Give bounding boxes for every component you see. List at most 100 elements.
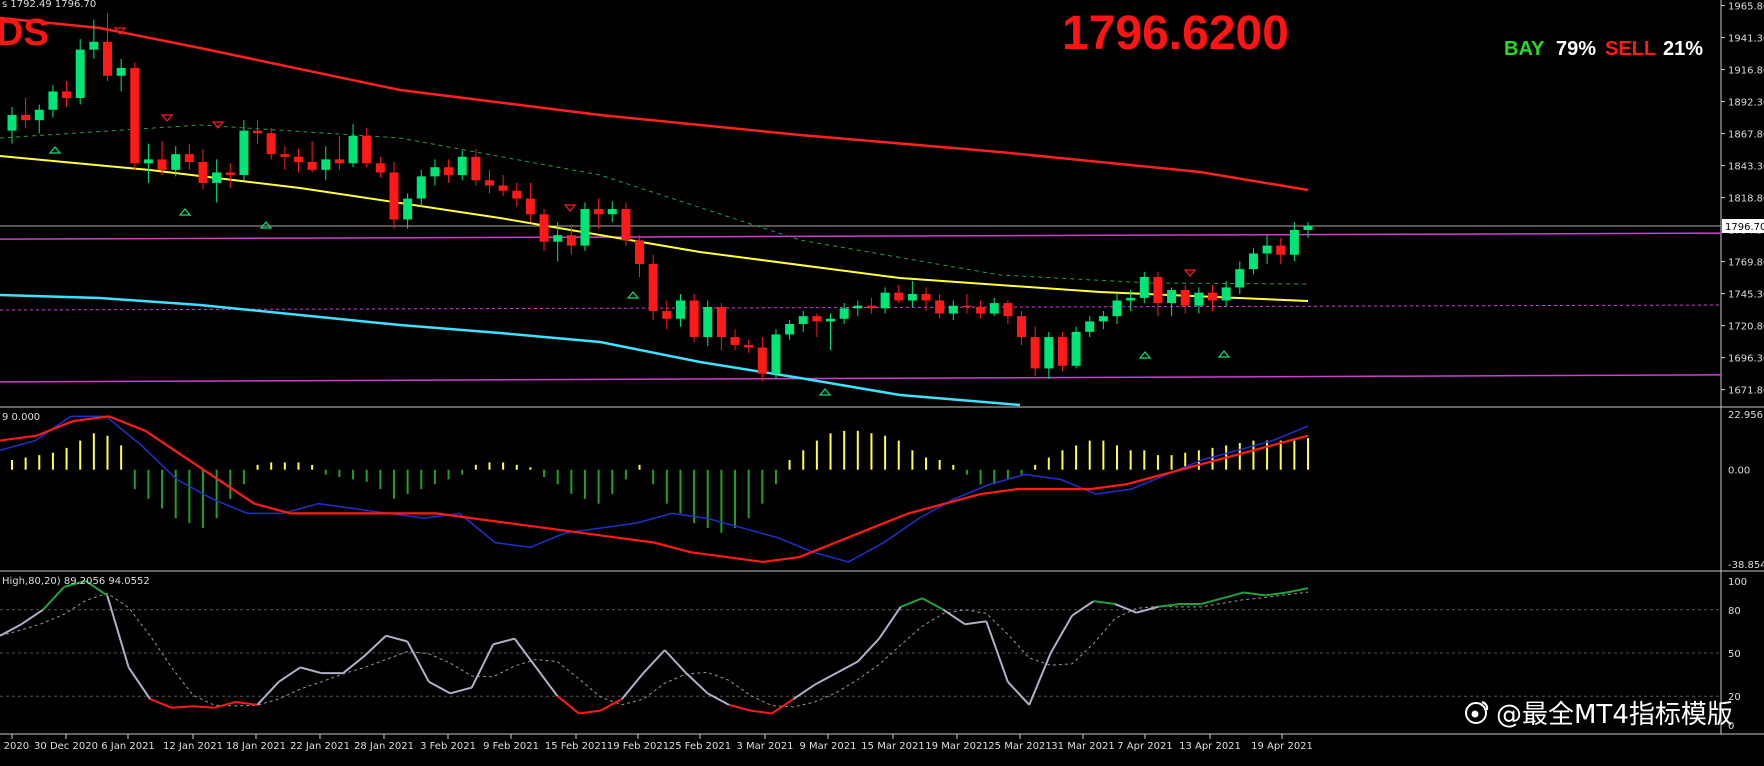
candle-body xyxy=(1276,245,1286,255)
sell-arrow-icon xyxy=(160,114,174,122)
candle-body xyxy=(894,292,904,301)
candle-body xyxy=(648,263,658,311)
candle-body xyxy=(635,240,645,264)
stochastic-panel-title: High,80,20) 89.2056 94.0552 xyxy=(2,576,150,587)
stoch-main-segment xyxy=(0,623,22,637)
y-tick-label: 1941.30 xyxy=(1728,33,1764,44)
candle-body xyxy=(1303,226,1313,230)
candle-body xyxy=(1289,229,1299,255)
x-tick-label: 7 Apr 2021 xyxy=(1117,741,1172,752)
candle-body xyxy=(1057,337,1067,366)
candle-body xyxy=(662,310,672,319)
buy-arrow-icon xyxy=(178,208,192,216)
buy-arrow-icon xyxy=(1217,350,1231,358)
stoch-main-segment xyxy=(127,666,151,700)
y-tick-label: 1892.30 xyxy=(1728,98,1764,109)
candle-body xyxy=(62,91,72,98)
stoch-main-segment xyxy=(171,705,194,709)
candle-body xyxy=(362,135,372,164)
x-tick-label: 3 Feb 2021 xyxy=(420,741,476,752)
candle-body xyxy=(1221,287,1231,301)
candle-body xyxy=(757,347,767,374)
candle-body xyxy=(143,159,153,164)
stoch-main-segment xyxy=(385,634,408,643)
stoch-main-segment xyxy=(1007,681,1030,706)
stoch-main-segment xyxy=(42,586,66,611)
stoch-main-segment xyxy=(363,634,387,657)
candle-body xyxy=(1208,292,1218,301)
y-tick-label: 1696.30 xyxy=(1728,354,1764,365)
buy-arrow-icon xyxy=(1138,351,1152,359)
x-tick-label: 28 Jan 2021 xyxy=(354,741,414,752)
candle-body xyxy=(675,300,685,319)
stoch-main-segment xyxy=(685,672,709,695)
sell-arrow-icon xyxy=(211,121,225,129)
candle-body xyxy=(157,159,167,170)
stoch-main-segment xyxy=(535,666,559,697)
candle-body xyxy=(566,235,576,246)
oscillator-signal-line xyxy=(0,415,1309,563)
candle-body xyxy=(321,159,331,170)
y-tick-label: 50 xyxy=(1728,649,1741,660)
stoch-main-segment xyxy=(406,641,430,683)
candle-body xyxy=(866,305,876,309)
candle-body xyxy=(48,91,58,110)
stoch-main-segment xyxy=(1093,600,1116,606)
stoch-main-segment xyxy=(1221,591,1244,600)
buy-label: BAY xyxy=(1504,38,1545,60)
candle-body xyxy=(853,305,863,309)
x-tick-label: 19 Apr 2021 xyxy=(1251,741,1313,752)
buy-percent: 79% xyxy=(1556,38,1597,60)
candle-body xyxy=(525,198,535,215)
candle-body xyxy=(457,156,467,176)
symbol-partial-label: DS xyxy=(0,12,49,54)
candle-body xyxy=(1153,276,1163,304)
stoch-main-segment xyxy=(450,686,472,695)
candle-body xyxy=(1167,290,1177,304)
stoch-main-segment xyxy=(20,608,44,626)
candle-body xyxy=(89,41,99,50)
candle-body xyxy=(539,214,549,242)
stoch-main-segment xyxy=(1200,597,1223,606)
sell-label: SELL xyxy=(1605,38,1657,60)
support-level-line xyxy=(0,374,1722,383)
price-tag-label: 1796.70 xyxy=(1725,222,1764,233)
y-tick-label: 1965.80 xyxy=(1728,1,1764,12)
x-tick-label: 9 Feb 2021 xyxy=(483,741,539,752)
stoch-main-segment xyxy=(856,637,880,663)
stoch-main-segment xyxy=(985,620,1009,683)
y-tick-label: 1671.80 xyxy=(1728,386,1764,397)
candle-body xyxy=(403,198,413,220)
candle-body xyxy=(580,209,590,246)
x-tick-label: 15 Feb 2021 xyxy=(545,741,607,752)
candle-body xyxy=(771,334,781,374)
candle-body xyxy=(430,167,440,177)
candle-body xyxy=(75,49,85,98)
stoch-main-segment xyxy=(621,672,645,700)
x-tick-label: 18 Jan 2021 xyxy=(226,741,286,752)
stoch-main-segment xyxy=(428,680,451,695)
stoch-main-segment xyxy=(1243,591,1266,597)
candle-body xyxy=(744,344,754,348)
x-tick-label: 25 Mar 2021 xyxy=(988,741,1051,752)
y-tick-label: 1745.30 xyxy=(1728,290,1764,301)
candle-body xyxy=(171,154,181,170)
stoch-main-segment xyxy=(771,698,794,715)
x-tick-label: 13 Apr 2021 xyxy=(1179,741,1241,752)
candle-body xyxy=(116,67,126,76)
buy-arrow-icon xyxy=(259,221,273,229)
candle-body xyxy=(389,172,399,220)
candle-body xyxy=(498,185,508,191)
candle-body xyxy=(225,172,235,176)
candle-body xyxy=(1085,321,1095,332)
candle-body xyxy=(293,156,303,162)
x-tick-label: 25 Feb 2021 xyxy=(669,741,731,752)
y-tick-label: 1867.80 xyxy=(1728,130,1764,141)
candle-body xyxy=(334,159,344,164)
stoch-main-segment xyxy=(256,681,280,706)
candle-body xyxy=(839,308,849,319)
candle-body xyxy=(703,307,713,338)
y-tick-label: 1818.80 xyxy=(1728,194,1764,205)
y-tick-label: 1916.80 xyxy=(1728,66,1764,77)
sell-arrow-icon xyxy=(1183,269,1197,277)
